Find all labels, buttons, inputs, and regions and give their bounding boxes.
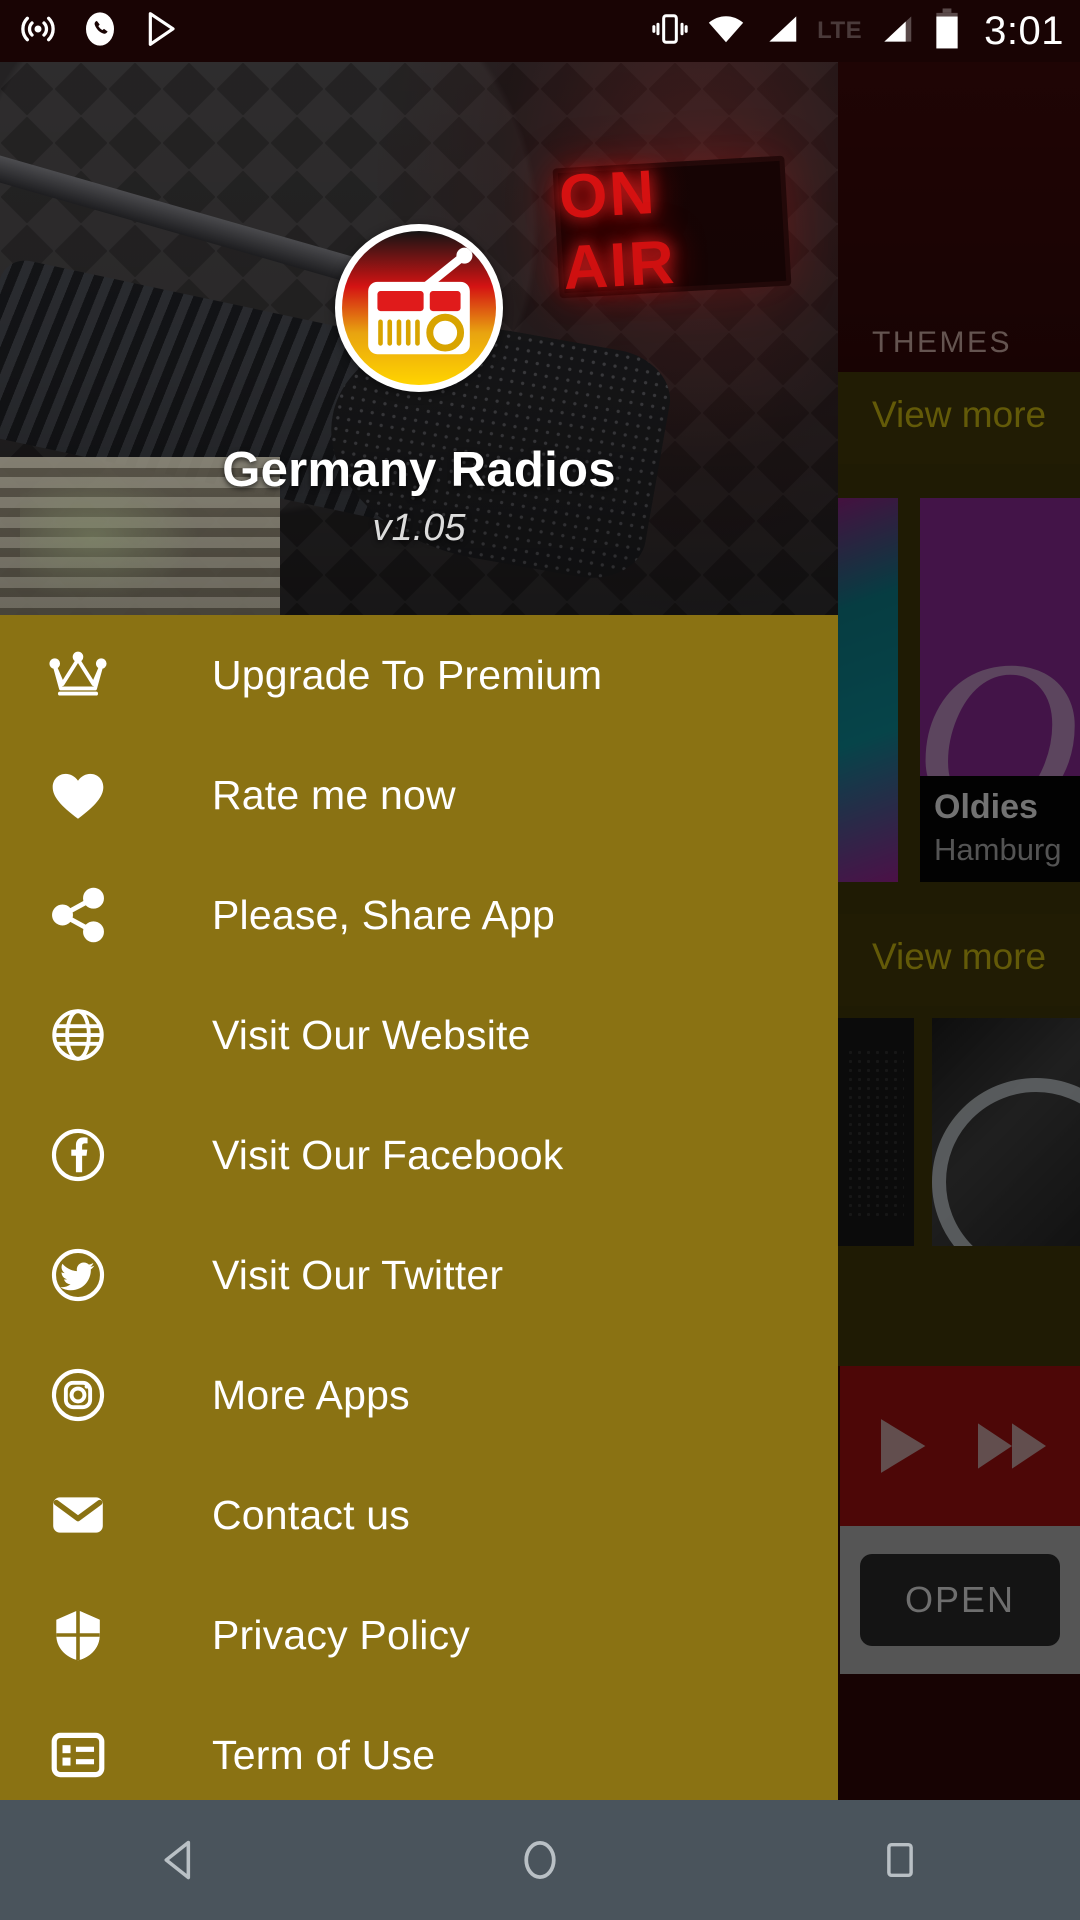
drawer-menu-list: Upgrade To Premium Rate me now Please, S… <box>0 615 838 1800</box>
menu-item-visit-facebook[interactable]: Visit Our Facebook <box>0 1095 838 1215</box>
heart-icon <box>44 761 112 829</box>
phone-screen: THEMES View more Ol Oldies Hamburg <box>0 0 1080 1920</box>
menu-item-more-apps[interactable]: More Apps <box>0 1335 838 1455</box>
menu-item-label: Term of Use <box>212 1731 436 1778</box>
envelope-icon <box>44 1481 112 1549</box>
menu-item-term-of-use[interactable]: Term of Use <box>0 1695 838 1800</box>
signal-2-icon <box>878 10 916 53</box>
android-nav-bar <box>0 1800 1080 1920</box>
menu-item-label: Visit Our Twitter <box>212 1251 504 1298</box>
wifi-icon <box>705 8 747 55</box>
cast-icon <box>18 9 58 54</box>
drawer-header: ON AIR <box>0 62 838 615</box>
facebook-icon <box>44 1121 112 1189</box>
app-title: Germany Radios <box>222 443 616 497</box>
twitter-icon <box>44 1241 112 1309</box>
menu-item-label: Rate me now <box>212 771 456 818</box>
signal-icon <box>763 10 801 53</box>
home-circle-icon[interactable] <box>480 1800 600 1920</box>
menu-item-upgrade-to-premium[interactable]: Upgrade To Premium <box>0 615 838 735</box>
play-store-icon <box>142 9 182 54</box>
app-version: v1.05 <box>372 507 466 549</box>
menu-item-label: Privacy Policy <box>212 1611 470 1658</box>
missed-call-icon <box>80 9 120 54</box>
crown-icon <box>44 641 112 709</box>
menu-item-label: Contact us <box>212 1491 410 1538</box>
status-bar: LTE 3:01 <box>0 0 1080 62</box>
menu-item-share-app[interactable]: Please, Share App <box>0 855 838 975</box>
shield-icon <box>44 1601 112 1669</box>
menu-item-privacy-policy[interactable]: Privacy Policy <box>0 1575 838 1695</box>
menu-item-contact-us[interactable]: Contact us <box>0 1455 838 1575</box>
globe-icon <box>44 1001 112 1069</box>
menu-item-label: More Apps <box>212 1371 410 1418</box>
menu-item-label: Upgrade To Premium <box>212 651 603 698</box>
status-bar-clock: 3:01 <box>984 8 1064 53</box>
battery-icon <box>932 7 962 56</box>
list-icon <box>44 1721 112 1789</box>
menu-item-rate-me-now[interactable]: Rate me now <box>0 735 838 855</box>
menu-item-label: Visit Our Website <box>212 1011 531 1058</box>
menu-item-label: Visit Our Facebook <box>212 1131 564 1178</box>
back-triangle-icon[interactable] <box>120 1800 240 1920</box>
network-type-label: LTE <box>817 17 863 44</box>
instagram-icon <box>44 1361 112 1429</box>
menu-item-visit-website[interactable]: Visit Our Website <box>0 975 838 1095</box>
recents-square-icon[interactable] <box>840 1800 960 1920</box>
vibrate-icon <box>651 10 689 53</box>
navigation-drawer: ON AIR <box>0 62 838 1800</box>
menu-item-label: Please, Share App <box>212 891 556 938</box>
radio-logo-icon <box>335 224 503 392</box>
menu-item-visit-twitter[interactable]: Visit Our Twitter <box>0 1215 838 1335</box>
share-icon <box>44 881 112 949</box>
